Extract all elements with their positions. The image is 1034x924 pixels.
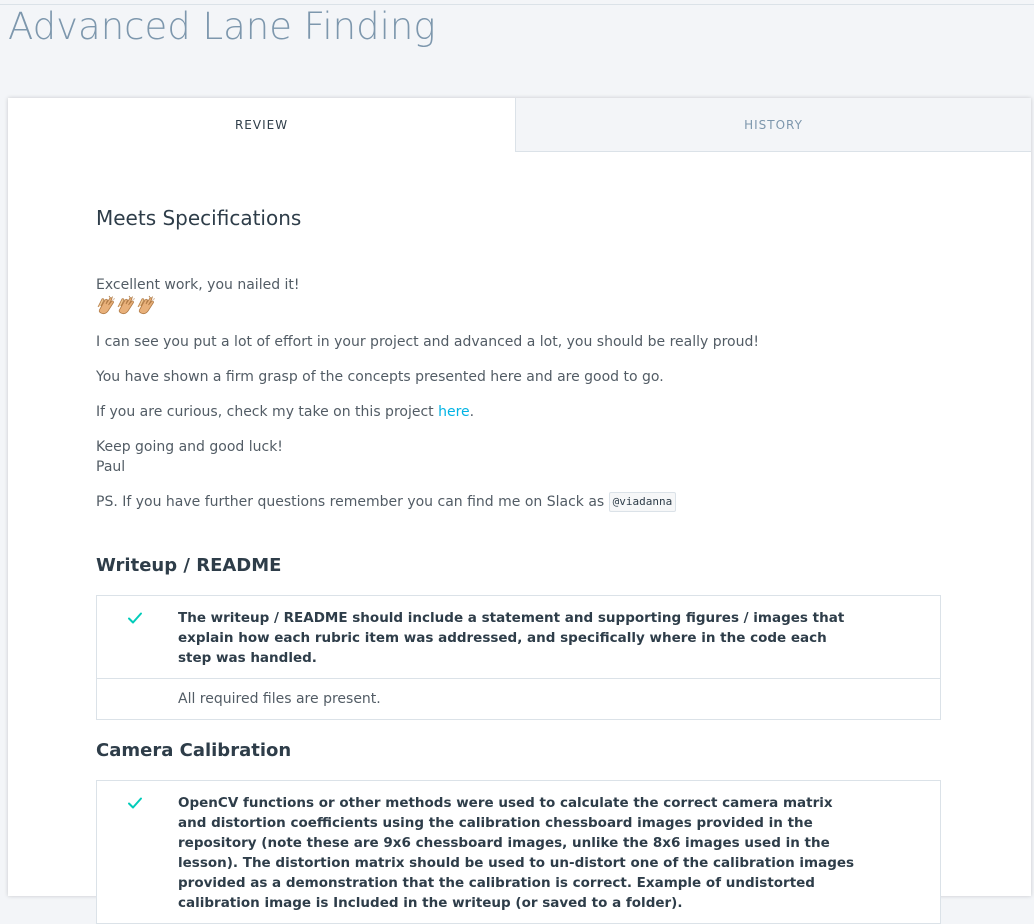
rubric-criteria-text: The writeup / README should include a st… [178,610,845,666]
tab-bar: REVIEW HISTORY [8,98,1031,152]
rubric-criteria-text: OpenCV functions or other methods were u… [178,795,855,911]
review-signoff: Keep going and good luck! Paul [96,437,283,477]
review-paragraph-grasp: You have shown a firm grasp of the conce… [96,369,664,385]
check-icon [128,612,142,624]
curious-period: . [469,404,475,420]
clapping-hands-icon [117,295,135,315]
signoff-line: Keep going and good luck! [96,439,283,455]
slack-handle: @viadanna [608,492,677,512]
rubric-comment: All required files are present. [97,678,940,719]
curious-text: If you are curious, check my take on thi… [96,404,439,420]
clapping-hands-icon [97,295,115,315]
review-card: REVIEW HISTORY Meets Specifications Exce… [8,98,1031,924]
rubric-writeup: The writeup / README should include a st… [96,595,941,720]
tab-review[interactable]: REVIEW [8,98,515,152]
review-paragraph-effort: I can see you put a lot of effort in you… [96,334,759,350]
clap-emoji-row [96,295,156,319]
here-link[interactable]: here [438,404,470,420]
rubric-criteria-row: OpenCV functions or other methods were u… [97,781,940,923]
page-title: Advanced Lane Finding [8,5,436,48]
clapping-hands-icon [137,295,155,315]
rubric-criteria-row: The writeup / README should include a st… [97,596,940,678]
reviewer-name: Paul [96,459,126,475]
review-paragraph-curious: If you are curious, check my take on thi… [96,402,474,422]
rubric-camera-calibration: OpenCV functions or other methods were u… [96,780,941,924]
check-icon [128,797,142,809]
review-paragraph-ps: PS. If you have further questions rememb… [96,492,677,512]
section-title-camera-calibration: Camera Calibration [96,740,292,761]
review-greeting: Excellent work, you nailed it! [96,277,300,293]
ps-text: PS. If you have further questions rememb… [96,494,609,510]
section-title-writeup: Writeup / README [96,555,282,576]
tab-history[interactable]: HISTORY [515,98,1031,152]
review-status-heading: Meets Specifications [96,206,302,230]
